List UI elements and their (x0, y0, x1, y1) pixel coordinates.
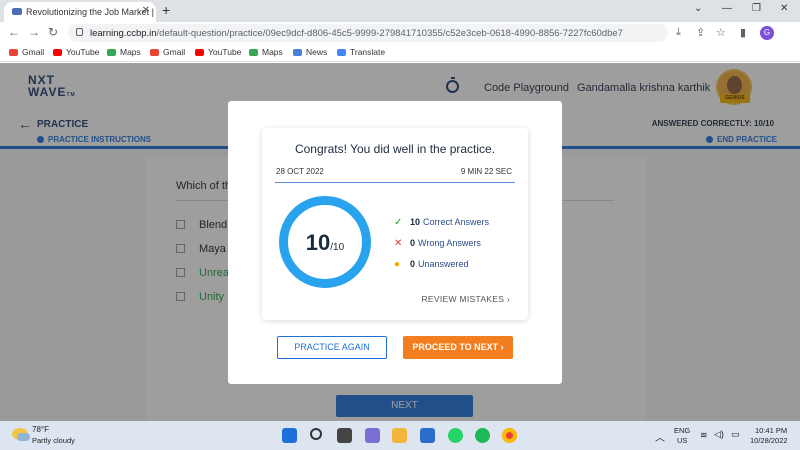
bookmark-youtube-2[interactable]: YouTube (195, 47, 241, 57)
gmail-icon (9, 49, 18, 56)
language-eng[interactable]: ENG (674, 426, 690, 435)
dot-icon: ● (394, 259, 401, 270)
youtube-icon (195, 49, 204, 56)
url-path: /default-question/practice/09ec9dcf-d806… (156, 28, 623, 39)
windows-taskbar: 78°F Partly cloudy ︿ ENG US ≋ ◁) ▭ 10:41… (0, 421, 800, 450)
chevron-up-icon[interactable]: ︿ (655, 429, 665, 444)
profile-avatar[interactable]: G (760, 26, 774, 40)
sidebar-icon[interactable]: ▮ (740, 26, 746, 39)
language-us[interactable]: US (677, 436, 687, 445)
task-view-icon[interactable] (337, 428, 352, 443)
review-mistakes-link[interactable]: REVIEW MISTAKES › (421, 294, 510, 304)
gmail-icon (150, 49, 159, 56)
translate-icon (337, 49, 346, 56)
practice-duration: 9 MIN 22 SEC (460, 167, 512, 176)
score-text: 10/10 (288, 230, 362, 256)
store-icon[interactable] (420, 428, 435, 443)
congrats-title: Congrats! You did well in the practice. (294, 142, 496, 156)
bookmark-maps[interactable]: Maps (107, 47, 141, 57)
lock-icon (76, 28, 83, 36)
maximize-icon[interactable]: ❐ (752, 3, 761, 14)
back-icon[interactable]: ← (8, 25, 20, 39)
news-icon (293, 49, 302, 56)
page-viewport: NXT WAVETM Code Playground Gandamalla kr… (0, 63, 800, 421)
new-tab-button[interactable]: + (162, 2, 170, 18)
minimize-icon[interactable]: — (722, 3, 732, 14)
site-favicon-icon (12, 8, 22, 15)
start-icon[interactable] (282, 428, 297, 443)
bookmark-translate[interactable]: Translate (337, 47, 385, 57)
practice-again-button[interactable]: PRACTICE AGAIN (277, 336, 387, 359)
weather-temp[interactable]: 78°F (32, 425, 49, 434)
clock-time[interactable]: 10:41 PM (755, 426, 787, 435)
browser-tab-bar: Revolutionizing the Job Market | ✕ + ⌄ —… (0, 0, 800, 22)
bookmark-news[interactable]: News (293, 47, 327, 57)
score-total: /10 (330, 242, 345, 253)
maps-icon (249, 49, 258, 56)
bookmark-gmail-2[interactable]: Gmail (150, 47, 185, 57)
wifi-icon[interactable]: ≋ (700, 430, 708, 441)
correct-answers-stat: ✓ 10 Correct Answers (394, 217, 490, 228)
maps-icon (107, 49, 116, 56)
results-card: Congrats! You did well in the practice. … (262, 128, 528, 320)
chrome-icon[interactable] (502, 428, 517, 443)
bookmark-maps-2[interactable]: Maps (249, 47, 283, 57)
file-explorer-icon[interactable] (392, 428, 407, 443)
check-icon: ✓ (394, 217, 403, 228)
battery-icon[interactable]: ▭ (731, 429, 740, 440)
volume-icon[interactable]: ◁) (714, 429, 724, 440)
chevron-down-icon[interactable]: ⌄ (694, 3, 702, 14)
close-window-icon[interactable]: ✕ (780, 3, 788, 14)
bookmarks-bar: Gmail YouTube Maps Gmail YouTube Maps Ne… (0, 44, 800, 62)
wrong-answers-stat: ✕ 0 Wrong Answers (394, 238, 481, 249)
tab-title: Revolutionizing the Job Market | (26, 7, 154, 17)
browser-tab[interactable]: Revolutionizing the Job Market | ✕ (4, 2, 156, 22)
bookmark-youtube[interactable]: YouTube (53, 47, 99, 57)
address-bar: ← → ↻ learning.ccbp.in/default-question/… (0, 22, 800, 44)
share-icon[interactable]: ⇪ (696, 26, 705, 39)
results-modal: Congrats! You did well in the practice. … (228, 101, 562, 384)
score-value: 10 (305, 230, 331, 255)
score-ring: 10/10 (279, 196, 371, 288)
clock-date[interactable]: 10/28/2022 (750, 436, 788, 445)
divider (275, 182, 515, 183)
proceed-to-next-button[interactable]: PROCEED TO NEXT › (403, 336, 513, 359)
star-icon[interactable]: ☆ (716, 26, 726, 39)
whatsapp-icon[interactable] (448, 428, 463, 443)
practice-date: 28 OCT 2022 (276, 167, 324, 176)
weather-icon[interactable] (12, 428, 30, 441)
spotify-icon[interactable] (475, 428, 490, 443)
cross-icon: ✕ (394, 238, 403, 249)
install-icon[interactable]: ⤓ (676, 26, 681, 39)
forward-icon[interactable]: → (28, 25, 40, 39)
search-icon[interactable] (310, 428, 322, 440)
url-input[interactable]: learning.ccbp.in/default-question/practi… (68, 24, 668, 42)
reload-icon[interactable]: ↻ (48, 25, 58, 39)
unanswered-stat: ● 0 Unanswered (394, 259, 469, 270)
youtube-icon (53, 49, 62, 56)
close-tab-icon[interactable]: ✕ (142, 5, 150, 16)
bookmark-gmail[interactable]: Gmail (9, 47, 44, 57)
url-host: learning.ccbp.in (90, 28, 157, 39)
chat-icon[interactable] (365, 428, 380, 443)
weather-condition[interactable]: Partly cloudy (32, 436, 75, 445)
